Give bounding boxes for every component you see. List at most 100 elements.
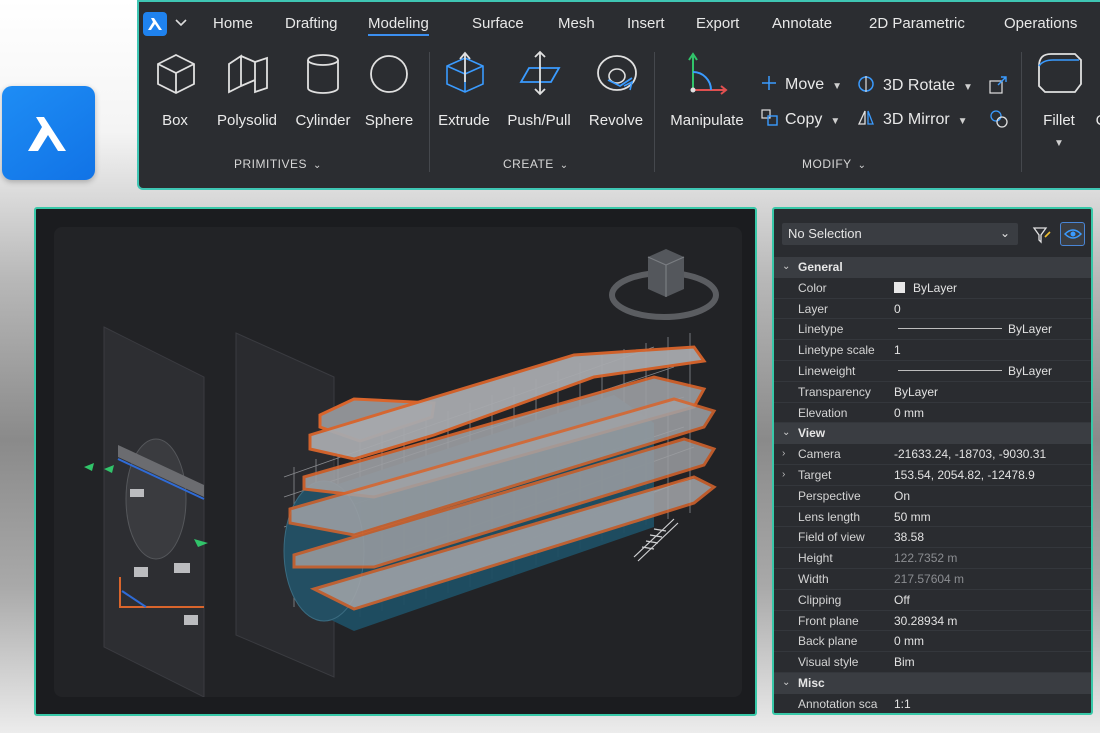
property-value: 122.7352 m (894, 551, 958, 566)
property-row[interactable]: Linetype scale 1 (774, 340, 1091, 361)
property-value: ByLayer (894, 278, 957, 298)
ribbon: Home Drafting Modeling Surface Mesh Inse… (137, 0, 1100, 190)
sphere-tool-button[interactable]: Sphere (361, 2, 417, 142)
scale-icon[interactable] (988, 75, 1008, 95)
chevron-down-icon[interactable]: ▼ (963, 82, 973, 93)
property-key: Lens length (798, 509, 861, 524)
3d-mirror-button[interactable]: 3D Mirror ▼ (857, 109, 968, 129)
chevron-down-icon: ⌄ (782, 676, 791, 688)
property-row[interactable]: Lineweight ByLayer (774, 361, 1091, 382)
push-pull-label: Push/Pull (507, 112, 571, 129)
chevron-right-icon[interactable]: › (782, 444, 785, 464)
3d-mirror-label: 3D Mirror (883, 111, 950, 128)
chevron-right-icon[interactable]: › (782, 465, 785, 485)
copy-label: Copy (785, 111, 823, 128)
cylinder-label: Cylinder (295, 112, 351, 129)
property-key: Transparency (798, 384, 871, 399)
property-row[interactable]: › Camera -21633.24, -18703, -9030.31 (774, 444, 1091, 465)
property-row[interactable]: Linetype ByLayer (774, 319, 1091, 341)
toggle-visibility-button[interactable] (1060, 222, 1085, 246)
property-value: On (894, 488, 911, 503)
move-button[interactable]: Move ▼ (761, 75, 842, 94)
property-row[interactable]: Color ByLayer (774, 278, 1091, 299)
category-view[interactable]: ⌄ View (774, 423, 1091, 445)
property-row[interactable]: Layer 0 (774, 299, 1091, 320)
filter-icon[interactable] (1032, 225, 1052, 245)
modify-label-text: MODIFY (802, 157, 852, 171)
polysolid-tool-button[interactable]: Polysolid (209, 2, 285, 142)
property-row[interactable]: Lens length 50 mm (774, 507, 1091, 528)
category-label: Misc (798, 675, 825, 690)
chevron-down-icon: ⌄ (999, 226, 1010, 240)
box-icon (157, 53, 195, 95)
property-row[interactable]: › Target 153.54, 2054.82, -12478.9 (774, 465, 1091, 486)
copy-button[interactable]: Copy ▼ (761, 109, 840, 129)
property-value: 1:1 (894, 696, 911, 711)
property-row[interactable]: Transparency ByLayer (774, 382, 1091, 403)
property-key: Clipping (798, 592, 842, 607)
chevron-down-icon: ⌄ (857, 160, 867, 171)
mirror-3d-icon (857, 110, 874, 125)
property-row[interactable]: Elevation 0 mm (774, 403, 1091, 424)
move-label: Move (785, 76, 825, 93)
property-row[interactable]: Back plane 0 mm (774, 631, 1091, 653)
property-row[interactable]: Field of view 38.58 (774, 527, 1091, 549)
view-cube-icon[interactable] (609, 249, 719, 320)
fillet-tool-button[interactable]: Fillet ▼ (1029, 2, 1089, 162)
property-key: Back plane (798, 634, 858, 649)
color-value: ByLayer (913, 280, 958, 295)
property-row[interactable]: Perspective On (774, 486, 1091, 507)
property-value: 50 mm (894, 509, 931, 524)
building-model (283, 333, 717, 631)
properties-table: ⌄ General Color ByLayer Layer 0 Linetype… (774, 257, 1091, 713)
box-tool-button[interactable]: Box (149, 2, 201, 142)
sphere-icon (370, 55, 408, 93)
model-canvas[interactable] (54, 227, 742, 697)
category-general[interactable]: ⌄ General (774, 257, 1091, 278)
category-misc[interactable]: ⌄ Misc (774, 672, 1091, 694)
create-group-label[interactable]: CREATE ⌄ (503, 157, 569, 171)
cut-off-tool-button[interactable]: C (1095, 2, 1100, 142)
bricscad-logo-icon (28, 117, 66, 151)
linetype-sample (898, 328, 1002, 330)
group-separator (1021, 52, 1022, 172)
property-value: ByLayer (894, 361, 1052, 381)
property-key: Perspective (798, 488, 861, 503)
push-pull-icon (519, 50, 561, 96)
fillet-icon (1038, 53, 1082, 93)
push-pull-tool-button[interactable]: Push/Pull (499, 2, 579, 142)
copy-icon (761, 109, 778, 126)
model-viewport[interactable] (54, 227, 742, 697)
chevron-down-icon[interactable]: ▼ (1029, 138, 1089, 149)
cylinder-tool-button[interactable]: Cylinder (289, 2, 357, 142)
property-row[interactable]: Visual style Bim (774, 652, 1091, 673)
property-value: Bim (894, 655, 915, 670)
revolve-tool-button[interactable]: Revolve (584, 2, 648, 142)
tab-annotate[interactable]: Annotate (772, 14, 832, 36)
property-row: Width 217.57604 m (774, 569, 1091, 590)
selection-dropdown[interactable]: No Selection ⌄ (782, 223, 1018, 245)
property-row[interactable]: Front plane 30.28934 m (774, 611, 1091, 632)
primitives-group-label[interactable]: PRIMITIVES ⌄ (234, 157, 322, 171)
property-value: ByLayer (894, 384, 939, 399)
property-value: 30.28934 m (894, 613, 958, 628)
chevron-down-icon[interactable]: ▼ (830, 116, 840, 127)
chevron-down-icon[interactable]: ▼ (958, 116, 968, 127)
create-label-text: CREATE (503, 157, 554, 171)
align-icon[interactable] (988, 108, 1010, 130)
manipulate-tool-button[interactable]: Manipulate (661, 2, 753, 142)
cylinder-icon (307, 54, 339, 94)
polysolid-icon (228, 54, 268, 94)
property-row[interactable]: Annotation sca 1:1 (774, 694, 1091, 713)
tab-2d-parametric[interactable]: 2D Parametric (869, 14, 965, 36)
property-key: Height (798, 551, 833, 566)
chevron-down-icon[interactable]: ▼ (832, 81, 842, 92)
property-key: Visual style (798, 655, 859, 670)
property-row[interactable]: Clipping Off (774, 590, 1091, 611)
modify-group-label[interactable]: MODIFY ⌄ (802, 157, 867, 171)
primitives-label-text: PRIMITIVES (234, 157, 308, 171)
category-label: General (798, 260, 843, 274)
property-key: Elevation (798, 405, 848, 420)
3d-rotate-button[interactable]: 3D Rotate ▼ (857, 75, 973, 95)
extrude-tool-button[interactable]: Extrude (433, 2, 495, 142)
